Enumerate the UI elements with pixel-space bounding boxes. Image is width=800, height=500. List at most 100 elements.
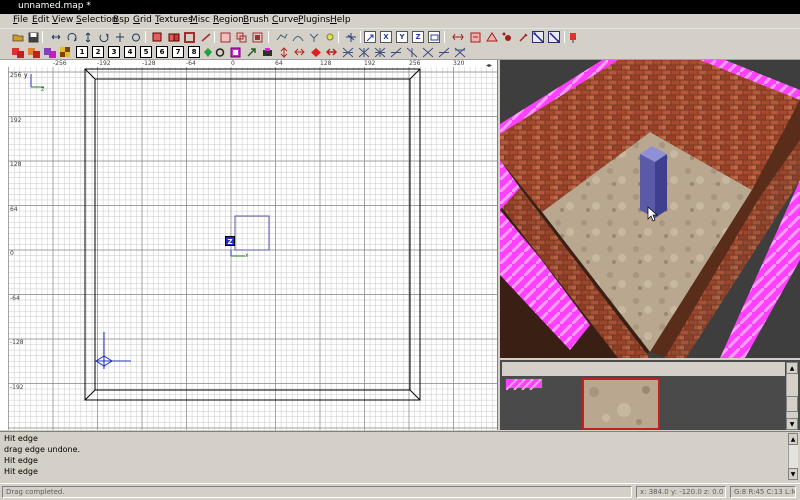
origin-marker[interactable]: Z [225,236,235,246]
ruler-left-label: 256 [10,72,22,79]
status-coords: x: 384.0 y: -120.0 z: 0.0 [636,486,726,498]
patch-cap-icon[interactable] [262,46,274,58]
scroll-thumb[interactable] [786,396,798,412]
hollow-icon[interactable] [184,31,196,43]
rotate-y-icon[interactable] [98,31,110,43]
menu-file[interactable]: File [13,15,28,25]
flip-z-icon[interactable] [114,31,126,43]
layer-5-button[interactable]: 5 [140,46,152,58]
patch-cycle3-icon[interactable] [454,46,466,58]
console-line: Hit edge [4,434,38,443]
show-patches-icon[interactable] [292,31,304,43]
camera-3d-view[interactable] [500,60,800,358]
filter-icon[interactable] [470,31,482,43]
texture-scrollbar[interactable]: ▲ ▼ [786,362,798,430]
menu-curve[interactable]: Curve [272,15,299,25]
menu-help[interactable]: Help [330,15,351,25]
texture-floor-thumb[interactable] [582,378,660,430]
menu-brush[interactable]: Brush [243,15,269,25]
layer-4-button[interactable]: 4 [124,46,136,58]
view-y-button[interactable]: Y [396,31,408,43]
scroll-down-icon[interactable]: ▼ [786,418,798,430]
menu-misc[interactable]: Misc [190,15,210,25]
flip-y-icon[interactable] [82,31,94,43]
patch-pink-icon[interactable] [230,46,242,58]
layer-7-button[interactable]: 7 [172,46,184,58]
layer-1-button[interactable]: 1 [76,46,88,58]
ruler-left-label: -128 [10,339,24,346]
select-inside-icon[interactable] [252,31,264,43]
color-orange-icon[interactable] [28,46,40,58]
patch-tab-icon[interactable] [406,46,418,58]
patch-bend-icon[interactable] [278,46,290,58]
patch-arrow-icon[interactable] [246,46,258,58]
color-purple-icon[interactable] [44,46,56,58]
csg-merge-icon[interactable] [168,31,180,43]
menu-textures[interactable]: Textures [155,15,193,25]
csg-subtract-icon[interactable] [152,31,164,43]
patch-ring-icon[interactable] [214,46,226,58]
console-line: Hit edge [4,467,38,476]
color-picker-icon[interactable] [518,31,530,43]
save-icon[interactable] [27,31,39,43]
rotate-z-icon[interactable] [130,31,142,43]
menu-selection[interactable]: Selection [76,15,117,25]
color-red-icon[interactable] [12,46,24,58]
grid-scroll-icon[interactable]: ◂▸ [486,62,496,70]
select-touching-icon[interactable] [236,31,248,43]
rotate-x-icon[interactable] [66,31,78,43]
view-x-button[interactable]: X [380,31,392,43]
ruler-top-label: 64 [275,60,283,67]
view-front-icon[interactable] [364,31,376,43]
patch-thicken-icon[interactable] [326,46,338,58]
texture-browser[interactable]: ▲ ▼ [500,358,800,430]
patch-mesh2-icon[interactable] [358,46,370,58]
scroll-up-icon[interactable]: ▲ [788,433,798,445]
scroll-up-icon[interactable]: ▲ [786,362,798,374]
open-icon[interactable] [12,31,24,43]
vertex-mode-icon[interactable] [502,31,514,43]
layer-6-button[interactable]: 6 [156,46,168,58]
axis-z-label: z [41,86,45,93]
flip-x-icon[interactable] [50,31,62,43]
patch-mesh-icon[interactable] [342,46,354,58]
patch-green-icon[interactable] [202,46,214,58]
menu-plugins[interactable]: Plugins [298,15,330,25]
layer-3-button[interactable]: 3 [108,46,120,58]
change-views-icon[interactable] [345,31,357,43]
lights-icon[interactable] [324,31,336,43]
ruler-top-label: 128 [320,60,332,67]
patch-invert-icon[interactable] [390,46,402,58]
layer-8-button[interactable]: 8 [188,46,200,58]
show-entities-icon[interactable] [308,31,320,43]
tool-settings-icon[interactable] [569,31,581,43]
menu-bsp[interactable]: Bsp [113,15,130,25]
grid-2d-view[interactable]: -256 -192 -128 -64 0 64 128 192 256 320 … [0,60,498,430]
patch-insert-icon[interactable] [294,46,306,58]
texture-lock-icon[interactable] [276,31,288,43]
console-scrollbar[interactable]: ▲ ▼ [788,433,798,480]
brush-primitive-icon[interactable] [486,31,498,43]
menu-grid[interactable]: Grid [133,15,152,25]
view-cam-icon[interactable] [428,31,440,43]
toolbar-separator [444,31,445,43]
ruler-top-label: -128 [142,60,156,67]
color-yellow-icon[interactable] [60,46,72,58]
view-z-button[interactable]: Z [412,31,424,43]
scroll-down-icon[interactable]: ▼ [788,468,798,480]
patch-cycle-icon[interactable] [422,46,434,58]
patch-cycle2-icon[interactable] [438,46,450,58]
clipper-icon[interactable] [200,31,212,43]
face-mode-icon[interactable] [548,31,560,43]
menu-edit[interactable]: Edit [32,15,49,25]
layer-2-button[interactable]: 2 [92,46,104,58]
select-complete-icon[interactable] [220,31,232,43]
menu-view[interactable]: View [52,15,73,25]
console-line: Hit edge [4,456,38,465]
patch-delete-icon[interactable] [310,46,322,58]
patch-redisperse-icon[interactable] [374,46,386,58]
edge-mode-icon[interactable] [532,31,544,43]
texture-caulk-thumb[interactable] [505,378,543,391]
clip-scale-icon[interactable] [452,31,464,43]
menu-region[interactable]: Region [213,15,244,25]
